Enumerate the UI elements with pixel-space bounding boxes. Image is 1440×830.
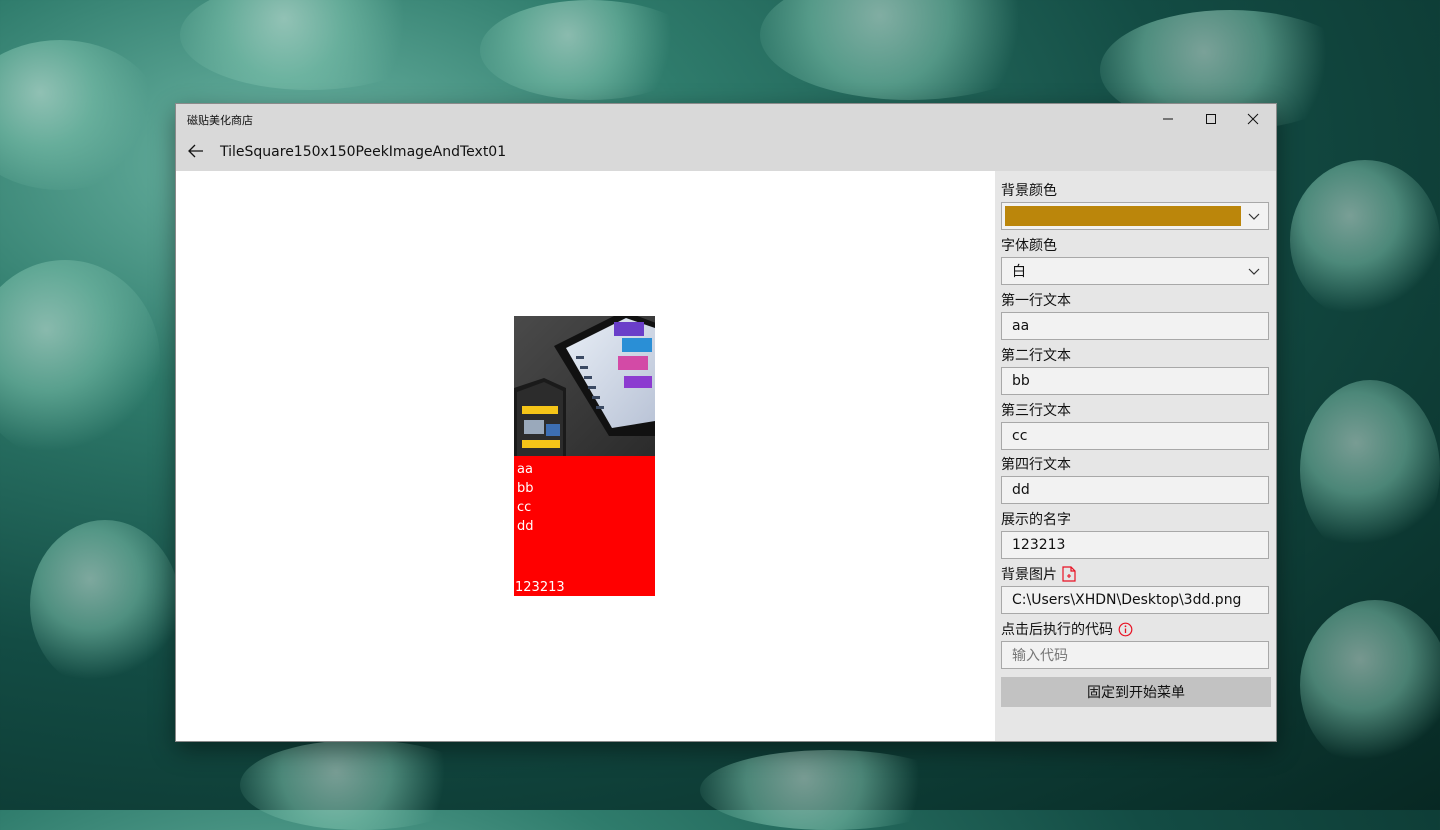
pin-to-start-label: 固定到开始菜单 (1087, 685, 1185, 701)
line4-input[interactable]: dd (1001, 476, 1269, 504)
background-color-swatch (1005, 206, 1241, 226)
click-code-placeholder: 输入代码 (1012, 648, 1068, 664)
info-icon[interactable] (1118, 622, 1133, 637)
line2-value: bb (1012, 373, 1030, 389)
background-color-dropdown[interactable] (1001, 202, 1269, 230)
settings-panel: 背景颜色 字体颜色 白 第一行文本 aa 第二行文本 bb 第三行文本 cc 第… (995, 171, 1276, 741)
click-code-label: 点击后执行的代码 (1001, 619, 1133, 639)
tile-line-1: aa (517, 462, 533, 477)
tile-display-name: 123213 (515, 580, 565, 595)
tile-line-2: bb (517, 481, 534, 496)
tile-line-3: cc (517, 500, 532, 515)
minimize-icon (1163, 118, 1173, 120)
line1-value: aa (1012, 318, 1030, 334)
line1-label: 第一行文本 (1001, 293, 1071, 309)
navigation-bar: TileSquare150x150PeekImageAndText01 (176, 134, 1276, 171)
tile-line-4: dd (517, 519, 534, 534)
tile-background-image (514, 316, 655, 456)
file-pick-icon[interactable] (1062, 566, 1076, 582)
app-window: 磁贴美化商店 TileSquare150x150PeekImageAndText… (176, 104, 1276, 741)
font-color-label: 字体颜色 (1001, 238, 1057, 254)
maximize-button[interactable] (1190, 104, 1232, 134)
display-name-value: 123213 (1012, 537, 1066, 553)
background-image-path[interactable]: C:\Users\XHDN\Desktop\3dd.png (1001, 586, 1269, 614)
page-heading: TileSquare150x150PeekImageAndText01 (220, 144, 507, 160)
line3-value: cc (1012, 428, 1028, 444)
background-color-label: 背景颜色 (1001, 183, 1057, 199)
font-color-value: 白 (1012, 264, 1026, 280)
line2-input[interactable]: bb (1001, 367, 1269, 395)
pin-to-start-button[interactable]: 固定到开始菜单 (1001, 677, 1271, 707)
back-arrow-icon (188, 144, 203, 158)
close-button[interactable] (1232, 104, 1274, 134)
window-title: 磁贴美化商店 (187, 114, 253, 127)
font-color-dropdown[interactable]: 白 (1001, 257, 1269, 285)
tile-text-lines: aa bb cc dd (517, 460, 534, 536)
maximize-icon (1206, 114, 1216, 124)
click-code-input[interactable]: 输入代码 (1001, 641, 1269, 669)
line1-input[interactable]: aa (1001, 312, 1269, 340)
minimize-button[interactable] (1147, 104, 1189, 134)
display-name-input[interactable]: 123213 (1001, 531, 1269, 559)
tile-preview: aa bb cc dd 123213 (514, 316, 655, 596)
line3-input[interactable]: cc (1001, 422, 1269, 450)
line2-label: 第二行文本 (1001, 348, 1071, 364)
tile-preview-area: aa bb cc dd 123213 (176, 171, 995, 741)
background-image-value: C:\Users\XHDN\Desktop\3dd.png (1012, 592, 1242, 608)
line4-value: dd (1012, 482, 1030, 498)
chevron-down-icon (1248, 213, 1260, 220)
line4-label: 第四行文本 (1001, 457, 1071, 473)
background-image-label: 背景图片 (1001, 564, 1076, 584)
chevron-down-icon (1248, 268, 1260, 275)
title-bar[interactable]: 磁贴美化商店 (176, 104, 1276, 134)
back-button[interactable] (184, 139, 208, 163)
display-name-label: 展示的名字 (1001, 512, 1071, 528)
close-icon (1247, 113, 1259, 125)
line3-label: 第三行文本 (1001, 403, 1071, 419)
